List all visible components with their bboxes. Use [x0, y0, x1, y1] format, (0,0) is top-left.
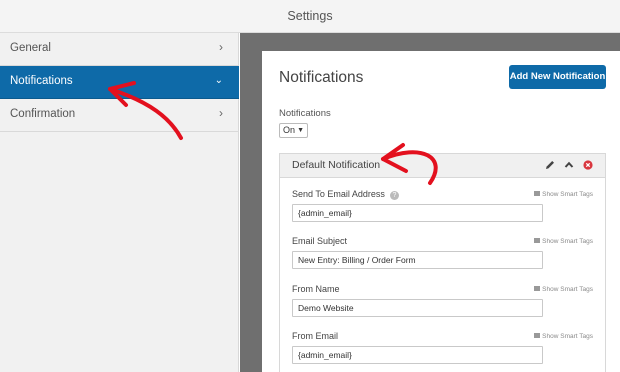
- smart-tags-label: Show Smart Tags: [542, 286, 593, 293]
- tag-icon: [534, 191, 541, 196]
- notifications-field-label: Notifications: [279, 108, 331, 119]
- smart-tags-label: Show Smart Tags: [542, 191, 593, 198]
- send-to-email-input[interactable]: {admin_email}: [292, 204, 543, 222]
- send-to-email-label: Send To Email Address?: [292, 189, 399, 200]
- sidebar-item-label: Confirmation: [10, 108, 76, 120]
- content-area: Notifications Add New Notification Notif…: [240, 33, 620, 372]
- show-smart-tags-link[interactable]: Show Smart Tags: [534, 238, 593, 245]
- from-name-label: From Name: [292, 284, 340, 294]
- notification-header[interactable]: Default Notification: [280, 154, 605, 178]
- close-circle-icon[interactable]: [582, 158, 594, 177]
- tag-icon: [534, 333, 541, 338]
- show-smart-tags-link[interactable]: Show Smart Tags: [534, 191, 593, 198]
- add-new-notification-button[interactable]: Add New Notification: [509, 65, 606, 89]
- sidebar-item-label: Notifications: [10, 75, 73, 87]
- email-subject-input[interactable]: New Entry: Billing / Order Form: [292, 251, 543, 269]
- sidebar-item-label: General: [10, 42, 51, 54]
- sidebar-item-general[interactable]: General ›: [0, 33, 239, 66]
- chevron-up-icon[interactable]: [563, 158, 575, 177]
- email-subject-label: Email Subject: [292, 236, 348, 246]
- notification-box: Default Notification Send To Email Addre…: [279, 153, 606, 372]
- caret-down-icon: ▼: [297, 127, 304, 134]
- sidebar-item-confirmation[interactable]: Confirmation ›: [0, 99, 239, 132]
- show-smart-tags-link[interactable]: Show Smart Tags: [534, 333, 593, 340]
- from-email-input[interactable]: {admin_email}: [292, 346, 543, 364]
- chevron-right-icon: ›: [219, 40, 223, 54]
- smart-tags-label: Show Smart Tags: [542, 238, 593, 245]
- from-name-input[interactable]: Demo Website: [292, 299, 543, 317]
- notification-title: Default Notification: [292, 159, 381, 171]
- field-label-text: Send To Email Address: [292, 189, 385, 199]
- tag-icon: [534, 286, 541, 291]
- select-value: On: [283, 125, 296, 135]
- chevron-right-icon: ›: [219, 106, 223, 120]
- notifications-select[interactable]: On ▼: [279, 123, 308, 138]
- from-email-label: From Email: [292, 331, 339, 341]
- tag-icon: [534, 238, 541, 243]
- help-icon[interactable]: ?: [389, 191, 399, 200]
- show-smart-tags-link[interactable]: Show Smart Tags: [534, 286, 593, 293]
- smart-tags-label: Show Smart Tags: [542, 333, 593, 340]
- sidebar: General › Notifications ⌄ Confirmation ›: [0, 33, 239, 372]
- window-title: Settings: [287, 9, 333, 23]
- chevron-down-icon: ⌄: [214, 75, 223, 86]
- pencil-icon[interactable]: [544, 158, 556, 177]
- page-title: Notifications: [279, 69, 364, 86]
- settings-panel: Notifications Add New Notification Notif…: [262, 51, 620, 372]
- title-bar: Settings: [0, 0, 620, 33]
- sidebar-item-notifications[interactable]: Notifications ⌄: [0, 66, 239, 99]
